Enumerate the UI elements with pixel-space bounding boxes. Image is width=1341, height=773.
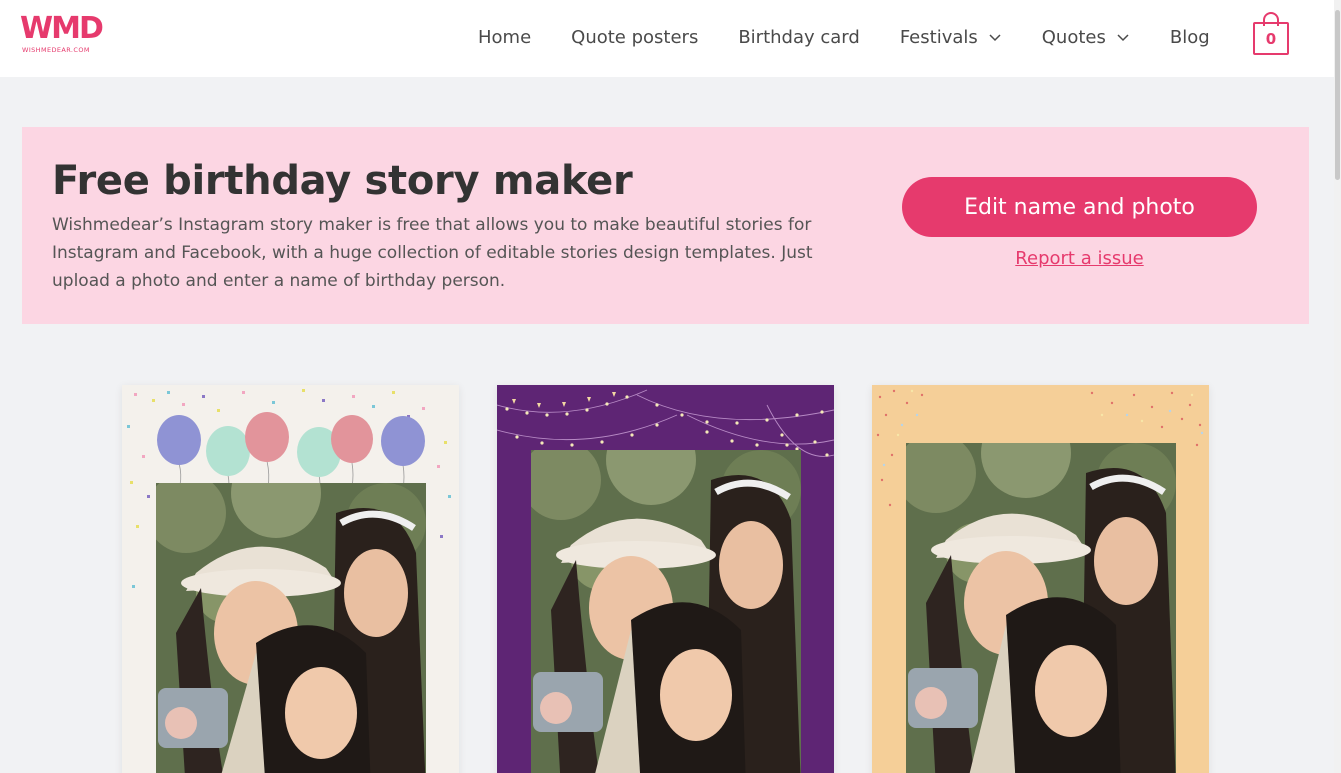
nav-home-label: Home (478, 26, 532, 48)
nav-blog[interactable]: Blog (1170, 27, 1210, 48)
logo-subtitle: WISHMEDEAR.COM (22, 46, 90, 54)
chevron-down-icon (1117, 34, 1129, 42)
selfie-photo-image (531, 450, 801, 773)
nav-birthday-card[interactable]: Birthday card (738, 27, 859, 48)
page-title: Free birthday story maker (52, 158, 633, 204)
nav-home[interactable]: Home (478, 27, 531, 48)
nav-blog-label: Blog (1169, 26, 1210, 48)
nav-quotes-label: Quotes (1041, 26, 1106, 48)
nav-birthday-card-label: Birthday card (738, 26, 860, 48)
selfie-photo-image (156, 483, 426, 773)
cart-button[interactable]: 0 (1253, 12, 1289, 56)
nav-quote-posters[interactable]: Quote posters (571, 27, 698, 48)
chevron-down-icon (989, 34, 1001, 42)
nav-festivals-label: Festivals (899, 26, 978, 48)
template-photo (906, 443, 1176, 773)
cart-body: 0 (1253, 22, 1289, 55)
cart-count: 0 (1265, 29, 1277, 48)
template-photo (531, 450, 801, 773)
template-card-balloons[interactable] (122, 385, 459, 773)
page-description: Wishmedear’s Instagram story maker is fr… (52, 215, 813, 291)
edit-name-photo-button[interactable]: Edit name and photo (902, 177, 1257, 237)
selfie-photo-image (906, 443, 1176, 773)
report-issue-link[interactable]: Report a issue (902, 248, 1257, 269)
nav-festivals[interactable]: Festivals (900, 27, 1002, 48)
site-header: WMD WISHMEDEAR.COM Home Quote posters Bi… (0, 0, 1341, 77)
nav-quote-posters-label: Quote posters (571, 26, 699, 48)
scrollbar-thumb[interactable] (1335, 10, 1340, 180)
logo-mark: WMD (20, 11, 104, 46)
main-nav: Home Quote posters Birthday card Festiva… (478, 24, 1210, 50)
template-card-peach-confetti[interactable] (872, 385, 1209, 773)
site-logo[interactable]: WMD WISHMEDEAR.COM (20, 14, 106, 60)
hero-banner: Free birthday story maker Wishmedear’s I… (22, 127, 1309, 324)
nav-quotes[interactable]: Quotes (1042, 27, 1130, 48)
template-card-purple-lights[interactable] (497, 385, 834, 773)
template-photo (156, 483, 426, 773)
